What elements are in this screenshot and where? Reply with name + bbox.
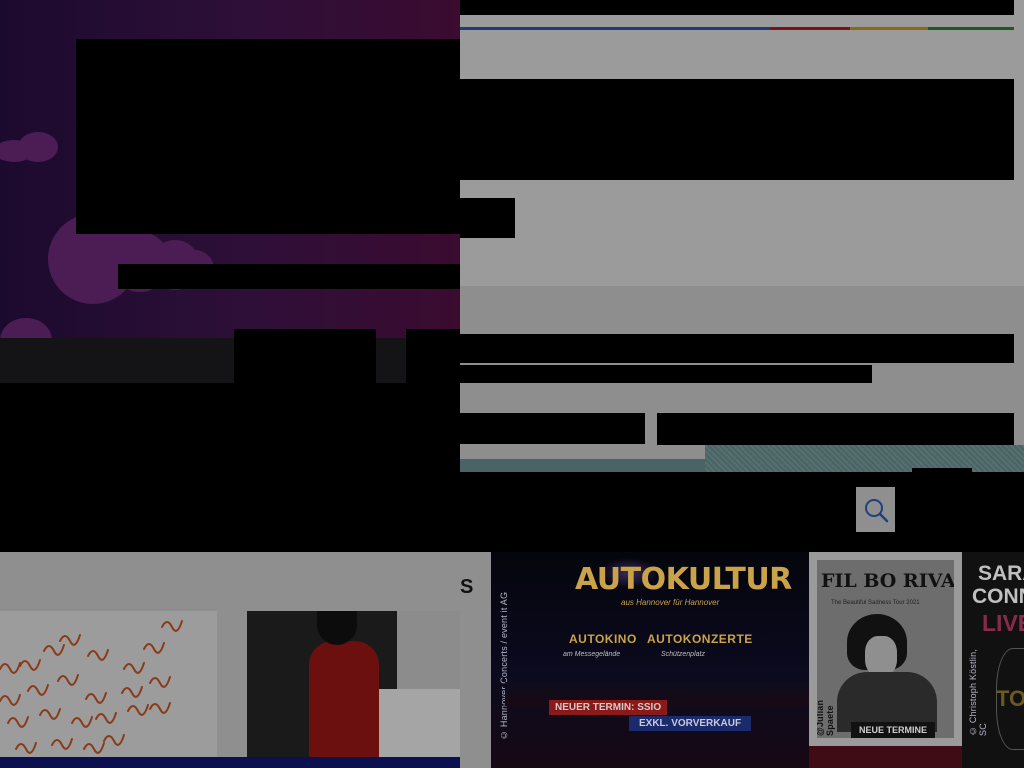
color-stripe-green bbox=[928, 27, 1014, 30]
red-strip bbox=[809, 746, 962, 768]
sarah-line-4: TOU bbox=[996, 686, 1024, 711]
dark-tab bbox=[912, 468, 972, 474]
person-head bbox=[317, 611, 357, 645]
sarah-connor-banner[interactable]: SARA CONNO LIVE © Christoph Köstlin, SC … bbox=[962, 552, 1024, 768]
cabinet-shape bbox=[397, 611, 460, 691]
autokultur-credit: © Hannover Concerts / event it AG bbox=[499, 591, 509, 740]
cloud-shape bbox=[0, 318, 52, 338]
color-stripe-yellow bbox=[850, 27, 928, 30]
autokonzerte-label: AUTOKONZERTE bbox=[647, 632, 753, 646]
autokultur-title: AUTOKULTUR bbox=[575, 562, 792, 597]
autokino-label: AUTOKINO bbox=[569, 632, 637, 646]
hero-subtitle-block bbox=[118, 264, 460, 289]
autokino-sub: am Messegelände bbox=[563, 651, 621, 658]
hero-gap bbox=[376, 338, 406, 383]
sarah-line-1: SARA bbox=[978, 562, 1024, 585]
site-title-block bbox=[460, 79, 1014, 180]
hero-button-right[interactable] bbox=[406, 329, 460, 383]
filbo-poster: FIL BO RIVA The Beautiful Sadness Tour 2… bbox=[817, 560, 954, 738]
autokultur-subtitle: aus Hannover für Hannover bbox=[621, 598, 720, 607]
presale-badge: EXKL. VORVERKAUF bbox=[629, 716, 752, 731]
hero-button-left[interactable] bbox=[234, 329, 376, 383]
filbo-new-dates-button[interactable]: NEUE TERMINE bbox=[851, 722, 936, 738]
filbo-riva-banner[interactable]: FIL BO RIVA The Beautiful Sadness Tour 2… bbox=[809, 552, 962, 746]
pattern-image[interactable] bbox=[0, 611, 217, 757]
hero-divider bbox=[0, 338, 234, 383]
left-main-dark bbox=[0, 383, 460, 552]
kitchen-photo[interactable] bbox=[247, 611, 460, 757]
squiggle-pattern bbox=[0, 620, 183, 754]
portrait-face bbox=[865, 636, 897, 676]
teal-pattern-bar bbox=[705, 445, 1024, 472]
title-tail-block bbox=[460, 198, 515, 238]
filbo-title: FIL BO RIVA bbox=[821, 570, 954, 592]
sarah-line-2: CONNO bbox=[972, 585, 1024, 608]
new-date-badge: NEUER TERMIN: SSIO bbox=[549, 700, 668, 715]
filbo-credit: @Julian Spaete bbox=[817, 699, 835, 736]
site-field-right[interactable] bbox=[657, 413, 1014, 445]
search-button[interactable] bbox=[856, 487, 895, 532]
filbo-tour: The Beautiful Sadness Tour 2021 bbox=[831, 600, 920, 606]
site-text-line-1 bbox=[460, 334, 1014, 363]
hero-title-block bbox=[76, 39, 460, 234]
person-shirt bbox=[309, 641, 379, 757]
navy-bar bbox=[0, 757, 460, 768]
color-stripe-blue bbox=[460, 27, 770, 30]
autokonzerte-sub: Schützenplatz bbox=[661, 651, 705, 658]
top-black-bar bbox=[460, 0, 1014, 15]
sarah-line-3: LIVE bbox=[982, 610, 1024, 636]
partial-heading: S bbox=[460, 576, 474, 598]
site-field-left[interactable] bbox=[460, 413, 645, 444]
color-stripe-red bbox=[770, 27, 850, 30]
search-icon bbox=[864, 498, 888, 522]
autokultur-banner[interactable]: © Hannover Concerts / event it AG AUTOKU… bbox=[491, 552, 809, 768]
sarah-credit: © Christoph Köstlin, SC bbox=[968, 648, 988, 736]
counter-shape bbox=[367, 689, 460, 757]
right-dark-band bbox=[460, 472, 1024, 552]
teal-bar bbox=[460, 459, 705, 472]
cloud-shape bbox=[18, 132, 58, 162]
site-text-line-2 bbox=[460, 365, 872, 383]
